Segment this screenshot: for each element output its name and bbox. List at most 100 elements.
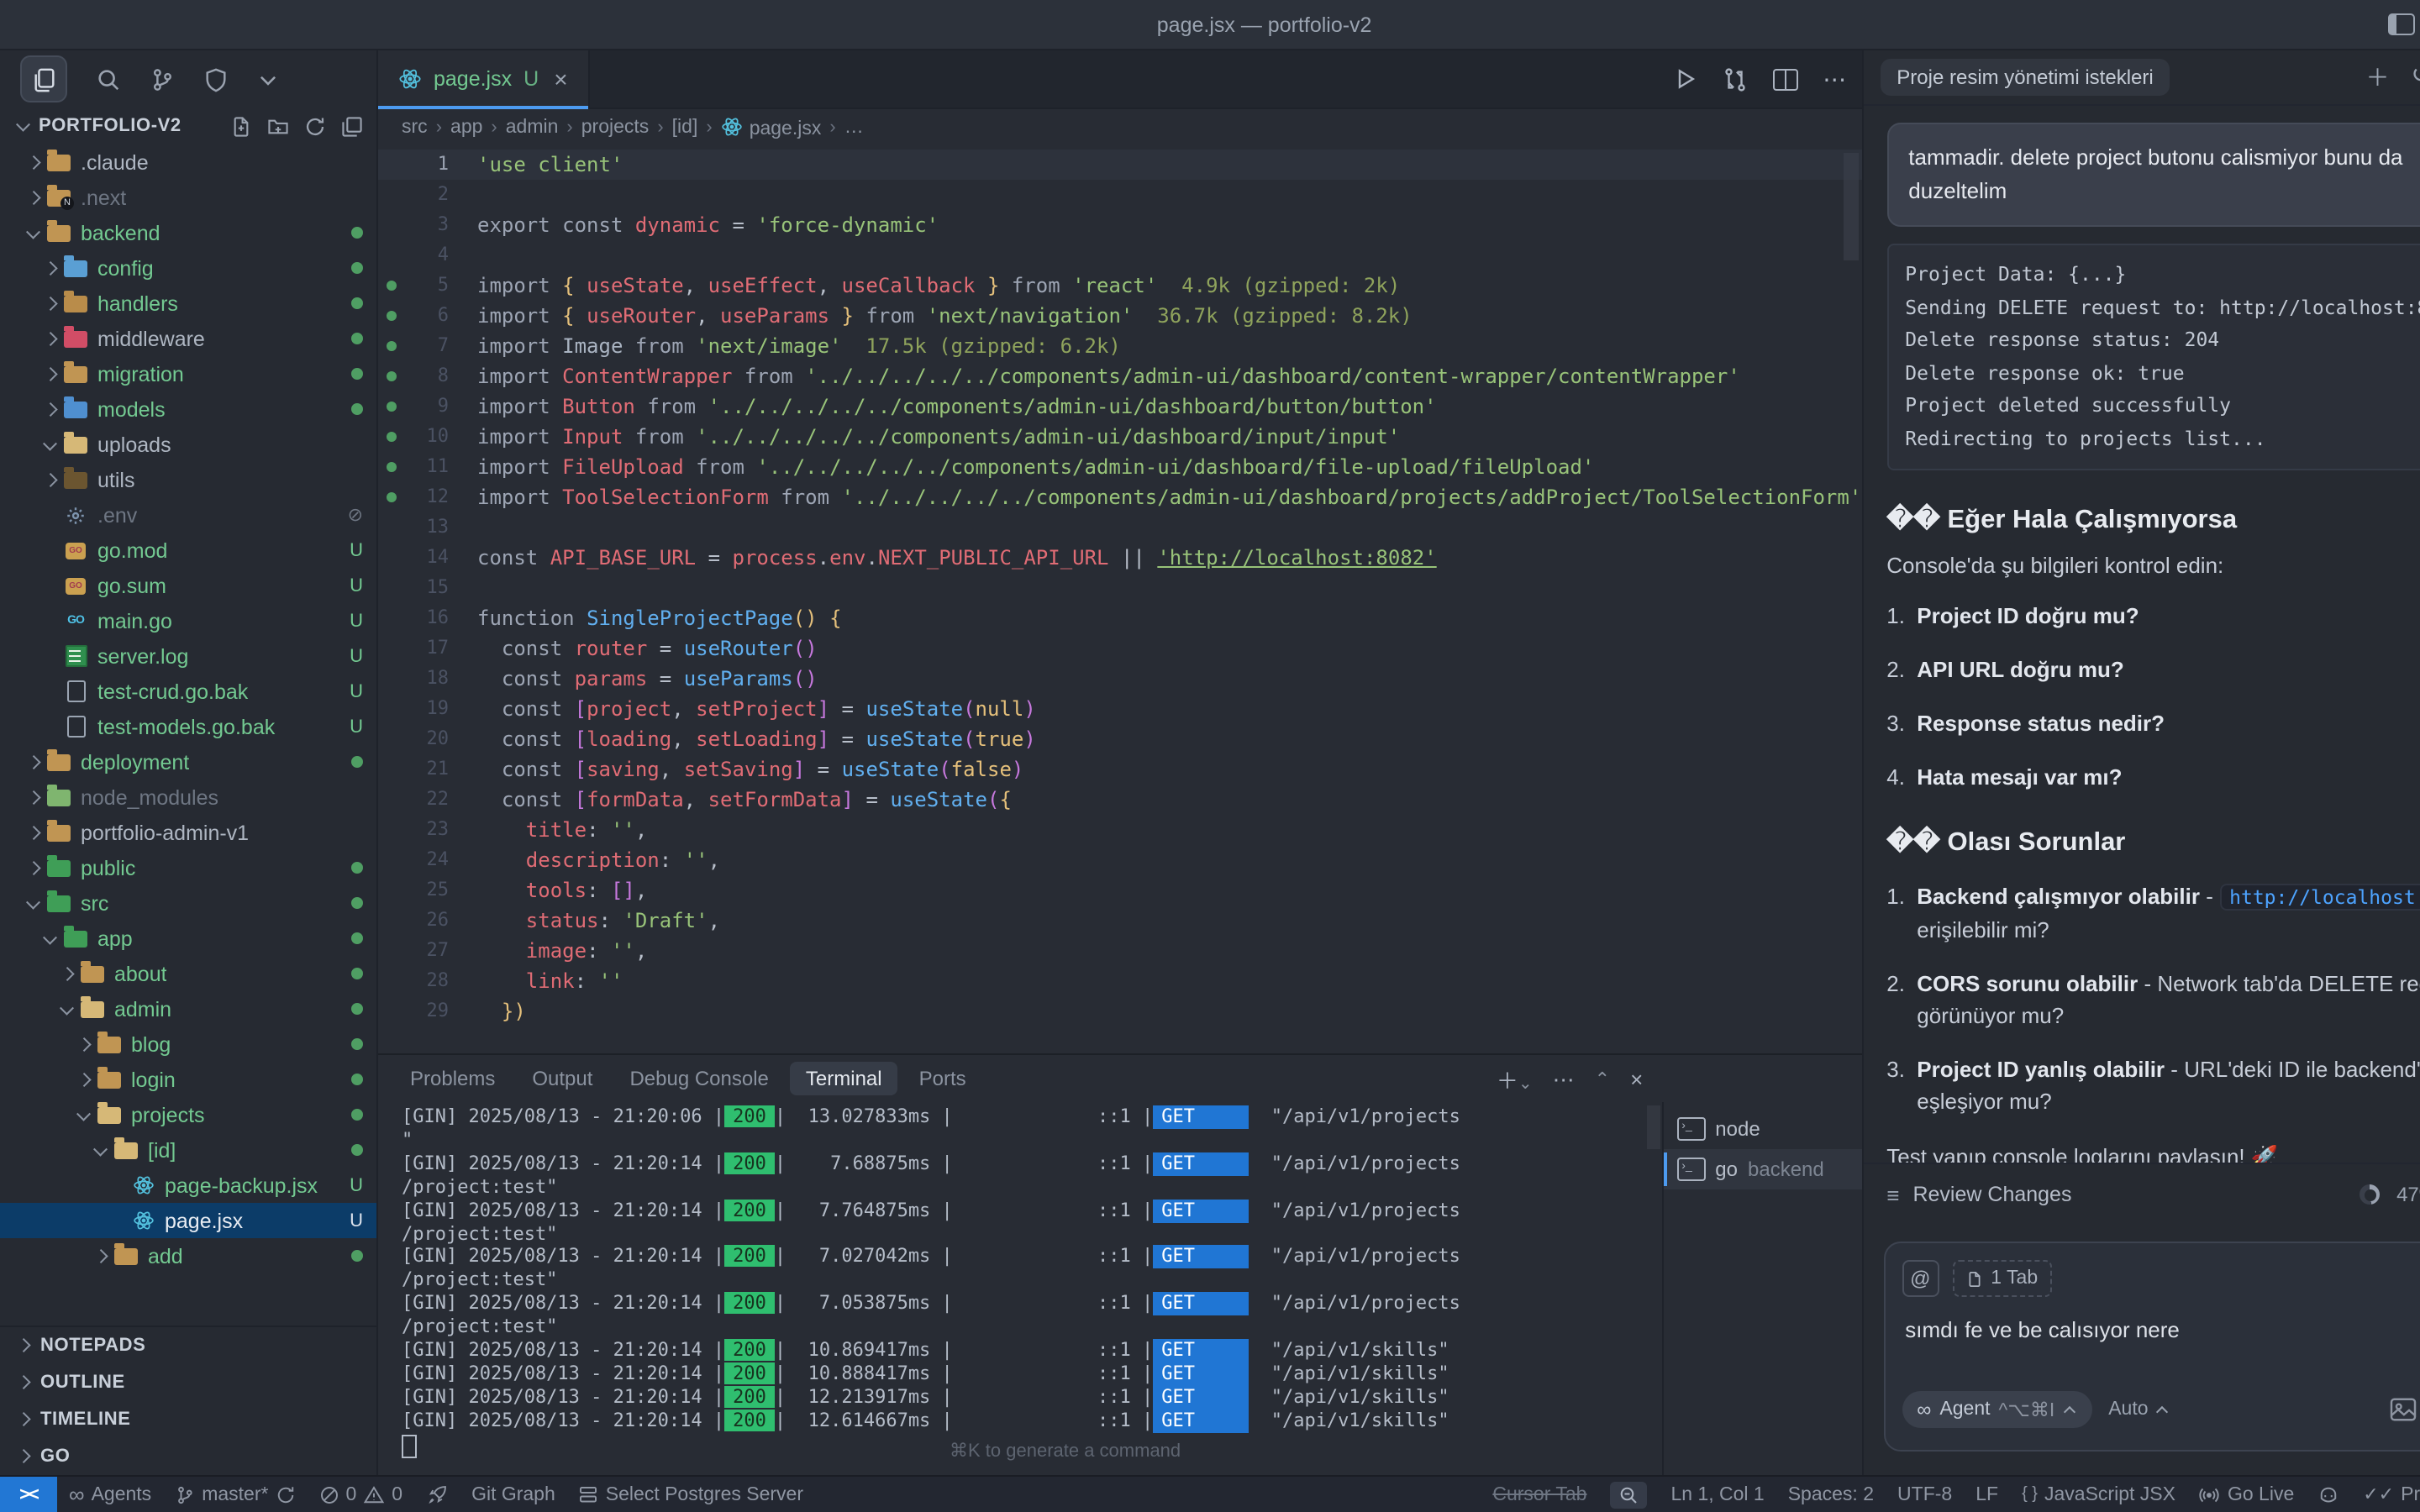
breadcrumb-segment[interactable]: src	[402, 118, 428, 138]
tree-item-admin[interactable]: admin	[0, 991, 376, 1026]
breadcrumb-segment[interactable]: app	[450, 118, 482, 138]
tree-item-app[interactable]: app	[0, 921, 376, 956]
eol-item[interactable]: LF	[1964, 1477, 2010, 1512]
new-terminal-icon[interactable]: ＋⌄	[1497, 1063, 1533, 1095]
tree-item-config[interactable]: config	[0, 250, 376, 286]
breadcrumb-segment[interactable]: page.jsx	[721, 116, 822, 139]
explorer-header[interactable]: PORTFOLIO-V2	[0, 108, 376, 144]
context-tab-chip[interactable]: 1 Tab	[1952, 1260, 2051, 1297]
terminal-session-go[interactable]: ›_gobackend	[1663, 1149, 1861, 1189]
tree-item--id-[interactable]: [id]	[0, 1132, 376, 1168]
tree-item-handlers[interactable]: handlers	[0, 286, 376, 321]
tree-item--next[interactable]: N.next	[0, 180, 376, 215]
tree-item-blog[interactable]: blog	[0, 1026, 376, 1062]
launch-item[interactable]	[414, 1477, 460, 1512]
model-selector[interactable]: Auto	[2108, 1399, 2168, 1420]
agent-mode-selector[interactable]: ∞ Agent ^⌥⌘I	[1902, 1391, 2091, 1428]
chat-input-text[interactable]: sımdı fe ve be calısıyor nere	[1905, 1317, 2420, 1342]
agents-status-item[interactable]: ∞Agents	[57, 1477, 163, 1512]
terminal-scrollbar[interactable]	[1646, 1105, 1660, 1149]
new-file-icon[interactable]	[230, 115, 252, 137]
split-editor-icon[interactable]	[1772, 68, 1797, 90]
tree-item-deployment[interactable]: deployment	[0, 744, 376, 780]
sidebar-section-timeline[interactable]: TIMELINE	[0, 1401, 376, 1438]
go-live-item[interactable]: Go Live	[2187, 1477, 2306, 1512]
tree-item-main-go[interactable]: GOmain.goU	[0, 603, 376, 638]
tree-item-page-backup-jsx[interactable]: page-backup.jsxU	[0, 1168, 376, 1203]
tree-item-backend[interactable]: backend	[0, 215, 376, 250]
tree-item-page-jsx[interactable]: page.jsxU	[0, 1203, 376, 1238]
tree-item--env[interactable]: .env⊘	[0, 497, 376, 533]
breadcrumb[interactable]: src›app›admin›projects›[id]›page.jsx›…	[378, 109, 1861, 146]
terminal-output[interactable]: [GIN] 2025/08/13 - 21:20:06 |200| 13.027…	[378, 1102, 1661, 1475]
breadcrumb-segment[interactable]: [id]	[672, 118, 698, 138]
sidebar-section-notepads[interactable]: NOTEPADS	[0, 1327, 376, 1364]
breadcrumb-segment[interactable]: projects	[581, 118, 650, 138]
extensions-shield-icon[interactable]	[203, 66, 229, 92]
close-panel-icon[interactable]: ×	[1630, 1067, 1643, 1092]
maximize-panel-icon[interactable]: ⌃	[1595, 1068, 1610, 1090]
tree-item-src[interactable]: src	[0, 885, 376, 921]
user-message[interactable]: tammadir. delete project butonu calismiy…	[1886, 123, 2420, 227]
panel-tab-terminal[interactable]: Terminal	[791, 1062, 897, 1095]
attach-image-icon[interactable]	[2389, 1398, 2416, 1421]
tree-item-models[interactable]: models	[0, 391, 376, 427]
new-chat-icon[interactable]: ＋	[2365, 60, 2389, 94]
compare-changes-icon[interactable]	[1722, 66, 1747, 92]
git-graph-item[interactable]: Git Graph	[460, 1477, 567, 1512]
breadcrumb-segment[interactable]: …	[844, 118, 864, 138]
refresh-icon[interactable]	[304, 115, 326, 137]
tree-item-test-crud-go-bak[interactable]: test-crud.go.bakU	[0, 674, 376, 709]
run-button[interactable]	[1673, 67, 1697, 91]
new-folder-icon[interactable]	[267, 115, 289, 137]
sidebar-section-outline[interactable]: OUTLINE	[0, 1364, 376, 1401]
chat-input-box[interactable]: @ 1 Tab sımdı fe ve be calısıyor nere ∞ …	[1883, 1242, 2420, 1452]
chevron-down-icon[interactable]	[257, 68, 279, 90]
git-branch-item[interactable]: master*	[163, 1477, 307, 1512]
tree-item-projects[interactable]: projects	[0, 1097, 376, 1132]
search-icon[interactable]	[96, 66, 121, 92]
postgres-server-item[interactable]: Select Postgres Server	[567, 1477, 815, 1512]
inline-code[interactable]: http://localhost:8082	[2219, 884, 2420, 911]
tree-item-go-sum[interactable]: GOgo.sumU	[0, 568, 376, 603]
tree-item-portfolio-admin-v1[interactable]: portfolio-admin-v1	[0, 815, 376, 850]
panel-tab-output[interactable]: Output	[517, 1062, 608, 1095]
panel-tab-problems[interactable]: Problems	[395, 1062, 510, 1095]
editor-scrollbar[interactable]	[1843, 153, 1858, 260]
tree-item-uploads[interactable]: uploads	[0, 427, 376, 462]
review-changes-bar[interactable]: ≡ Review Changes 47% ⧉ ⋯	[1863, 1163, 2420, 1225]
tab-page-jsx[interactable]: page.jsx U ×	[378, 50, 590, 108]
tree-item-add[interactable]: add	[0, 1238, 376, 1273]
explorer-icon[interactable]	[20, 55, 67, 102]
breadcrumb-segment[interactable]: admin	[506, 118, 559, 138]
chat-messages[interactable]: tammadir. delete project butonu calismiy…	[1863, 106, 2420, 1163]
tree-item-go-mod[interactable]: GOgo.modU	[0, 533, 376, 568]
tree-item-public[interactable]: public	[0, 850, 376, 885]
tree-item-utils[interactable]: utils	[0, 462, 376, 497]
tree-item-server-log[interactable]: server.logU	[0, 638, 376, 674]
tree-item-login[interactable]: login	[0, 1062, 376, 1097]
panel-tab-debug-console[interactable]: Debug Console	[614, 1062, 783, 1095]
copilot-item[interactable]	[2306, 1477, 2351, 1512]
problems-item[interactable]: 0 0	[307, 1477, 414, 1512]
mention-button[interactable]: @	[1902, 1260, 1939, 1297]
tree-item-about[interactable]: about	[0, 956, 376, 991]
tree-item-middleware[interactable]: middleware	[0, 321, 376, 356]
tree-item-test-models-go-bak[interactable]: test-models.go.bakU	[0, 709, 376, 744]
toggle-left-panel-icon[interactable]	[2387, 13, 2414, 35]
tree-item--claude[interactable]: .claude	[0, 144, 376, 180]
remote-indicator[interactable]: ><	[0, 1477, 57, 1512]
language-mode-item[interactable]: { }JavaScript JSX	[2010, 1477, 2187, 1512]
code-editor[interactable]: 1'use client'23export const dynamic = 'f…	[378, 146, 1861, 1053]
terminal-session-node[interactable]: ›_node	[1663, 1109, 1861, 1149]
tree-item-migration[interactable]: migration	[0, 356, 376, 391]
terminal-more-icon[interactable]: ⋯	[1553, 1066, 1575, 1093]
prettier-item[interactable]: ✓✓Prettier	[2351, 1477, 2420, 1512]
screen-reader-search-item[interactable]	[1598, 1477, 1659, 1512]
source-control-icon[interactable]	[150, 66, 175, 92]
chat-tab-title[interactable]: Proje resim yönetimi istekleri	[1880, 59, 2170, 96]
indentation-item[interactable]: Spaces: 2	[1776, 1477, 1886, 1512]
panel-tab-ports[interactable]: Ports	[904, 1062, 981, 1095]
tree-item-node-modules[interactable]: node_modules	[0, 780, 376, 815]
collapse-folders-icon[interactable]	[341, 115, 363, 137]
